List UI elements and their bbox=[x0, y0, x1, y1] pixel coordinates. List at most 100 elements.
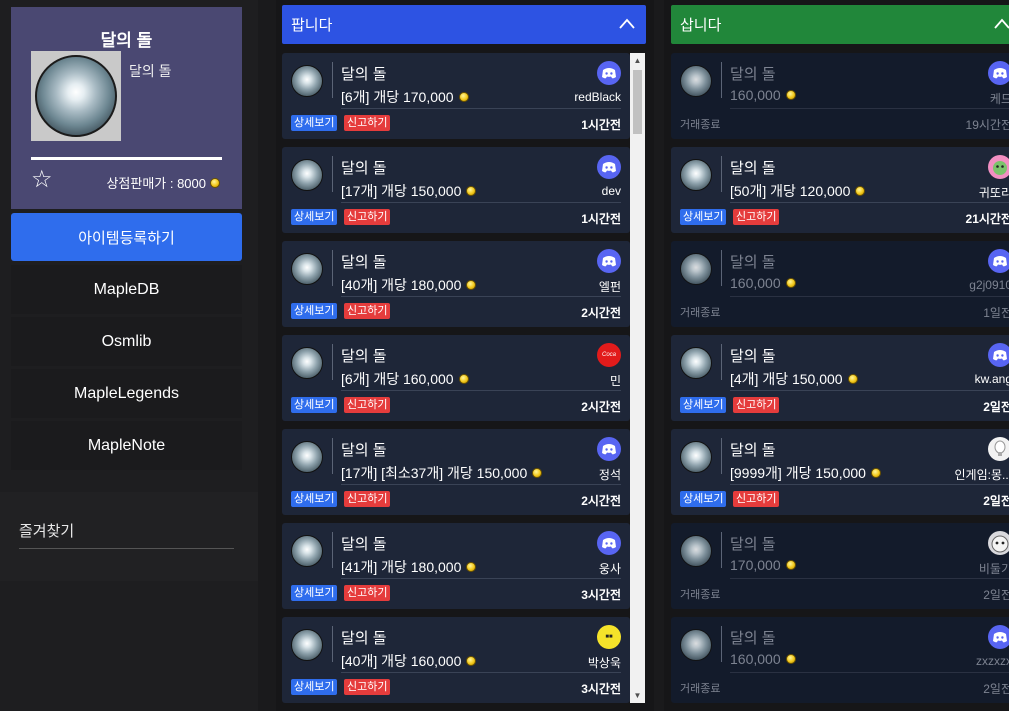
coin-icon bbox=[466, 280, 477, 290]
listing-card[interactable]: 달의 돌 160,000 케드거래종료 19시간전 bbox=[671, 53, 1009, 139]
report-button[interactable]: 신고하기 bbox=[344, 397, 391, 413]
detail-button[interactable]: 상세보기 bbox=[680, 209, 727, 225]
scroll-up-arrow-icon[interactable]: ▲ bbox=[630, 53, 645, 68]
yellow-avatar-icon: ■■ bbox=[597, 625, 621, 649]
listing-price-text: [40개] 개당 180,000 bbox=[341, 277, 462, 293]
favorite-star-icon[interactable]: ☆ bbox=[31, 168, 53, 192]
report-button[interactable]: 신고하기 bbox=[344, 491, 391, 507]
shop-price-text: 상점판매가 : 8000 bbox=[106, 176, 206, 191]
listing-card[interactable]: 달의 돌 [6개] 개당 160,000 Coca 민 상세보기 신고하기 2시간전 bbox=[282, 335, 630, 421]
listing-username[interactable]: redBlack bbox=[574, 90, 621, 104]
favorites-divider bbox=[19, 548, 234, 549]
listing-card[interactable]: 달의 돌 160,000 zxzxzx 거래종료 2일전 bbox=[671, 617, 1009, 703]
link-maplenote[interactable]: MapleNote bbox=[11, 421, 242, 470]
detail-button[interactable]: 상세보기 bbox=[291, 491, 338, 507]
listing-separator bbox=[721, 62, 722, 98]
listing-username[interactable]: 엘펀 bbox=[599, 278, 621, 295]
listing-price-text: [41개] 개당 180,000 bbox=[341, 559, 462, 575]
listing-card[interactable]: 달의 돌 [40개] 개당 160,000 ■■ 박상욱 상세보기 신고하기 3시간전 bbox=[282, 617, 630, 703]
listing-divider bbox=[730, 484, 1009, 485]
listing-time: 1시간전 bbox=[581, 118, 621, 132]
discord-icon bbox=[988, 625, 1009, 649]
detail-button[interactable]: 상세보기 bbox=[291, 397, 338, 413]
listing-separator bbox=[721, 626, 722, 662]
detail-button[interactable]: 상세보기 bbox=[291, 585, 338, 601]
listing-card[interactable]: 달의 돌 [41개] 개당 180,000 웅사 상세보기 신고하기 3시간전 bbox=[282, 523, 630, 609]
item-title: 달의 돌 bbox=[100, 31, 153, 50]
listing-item-name: 달의 돌 bbox=[730, 66, 776, 83]
listing-time: 2일전 bbox=[983, 400, 1009, 414]
report-button[interactable]: 신고하기 bbox=[344, 209, 391, 225]
listing-card[interactable]: 달의 돌 [17개] [최소37개] 개당 150,000 정석 상세보기 신고하기 2시… bbox=[282, 429, 630, 515]
listing-divider bbox=[341, 202, 621, 203]
coin-icon bbox=[458, 374, 469, 384]
listing-price-text: 160,000 bbox=[730, 87, 781, 103]
detail-button[interactable]: 상세보기 bbox=[680, 397, 727, 413]
listing-username[interactable]: 케드 bbox=[990, 90, 1009, 107]
listing-item-name: 달의 돌 bbox=[730, 160, 776, 177]
moon-stone-icon bbox=[291, 629, 323, 661]
sell-scrollbar[interactable]: ▲ ▼ bbox=[630, 53, 645, 703]
chevron-up-icon[interactable] bbox=[618, 15, 636, 33]
listing-card[interactable]: 달의 돌 [9999개] 개당 150,000 인게임:몽... 상세보기 신고하기 2일… bbox=[671, 429, 1009, 515]
listing-time: 1일전 bbox=[983, 306, 1009, 320]
listing-card[interactable]: 달의 돌 [6개] 개당 170,000 redBlack 상세보기 신고하기 1시간전 bbox=[282, 53, 630, 139]
listing-price: [6개] 개당 160,000 bbox=[341, 369, 469, 389]
discord-icon bbox=[597, 531, 621, 555]
discord-icon bbox=[988, 61, 1009, 85]
listing-username[interactable]: 비둘기 bbox=[979, 560, 1009, 577]
listing-username[interactable]: 박상욱 bbox=[588, 654, 621, 671]
listing-card[interactable]: 달의 돌 [40개] 개당 180,000 엘펀 상세보기 신고하기 2시간전 bbox=[282, 241, 630, 327]
detail-button[interactable]: 상세보기 bbox=[680, 491, 727, 507]
listing-time: 2시간전 bbox=[581, 494, 621, 508]
listing-card[interactable]: 달의 돌 170,000 비둘기 거래종료 2일전 bbox=[671, 523, 1009, 609]
listing-username[interactable]: 정석 bbox=[599, 466, 621, 483]
listing-username[interactable]: 민 bbox=[610, 372, 621, 389]
favorites-title: 즐겨찾기 bbox=[19, 523, 75, 540]
report-button[interactable]: 신고하기 bbox=[733, 209, 780, 225]
detail-button[interactable]: 상세보기 bbox=[291, 115, 338, 131]
favorites-section: 즐겨찾기 bbox=[0, 492, 258, 581]
report-button[interactable]: 신고하기 bbox=[733, 491, 780, 507]
listing-card[interactable]: 달의 돌 [50개] 개당 120,000 귀또리 상세보기 신고하기 21시간전 bbox=[671, 147, 1009, 233]
listing-card[interactable]: 달의 돌 160,000 g2j0910 거래종료 1일전 bbox=[671, 241, 1009, 327]
listing-username[interactable]: kw.ang bbox=[975, 372, 1009, 386]
detail-button[interactable]: 상세보기 bbox=[291, 303, 338, 319]
listing-username[interactable]: 귀또리 bbox=[979, 184, 1009, 201]
listing-item-name: 달의 돌 bbox=[730, 254, 776, 271]
listing-card[interactable]: 달의 돌 [4개] 개당 150,000 kw.ang 상세보기 신고하기 2일전 bbox=[671, 335, 1009, 421]
register-item-button[interactable]: 아이템등록하기 bbox=[11, 213, 242, 261]
report-button[interactable]: 신고하기 bbox=[733, 397, 780, 413]
scroll-down-arrow-icon[interactable]: ▼ bbox=[630, 688, 645, 703]
discord-icon bbox=[988, 249, 1009, 273]
link-mapledb[interactable]: MapleDB bbox=[11, 265, 242, 314]
report-button[interactable]: 신고하기 bbox=[344, 303, 391, 319]
listing-price-text: [40개] 개당 160,000 bbox=[341, 653, 462, 669]
listing-separator bbox=[332, 438, 333, 474]
listing-username[interactable]: dev bbox=[602, 184, 621, 198]
listing-username[interactable]: zxzxzx bbox=[976, 654, 1009, 668]
listing-time: 2일전 bbox=[983, 682, 1009, 696]
discord-icon bbox=[597, 249, 621, 273]
link-maplelegends[interactable]: MapleLegends bbox=[11, 369, 242, 418]
listing-username[interactable]: 웅사 bbox=[599, 560, 621, 577]
report-button[interactable]: 신고하기 bbox=[344, 585, 391, 601]
sell-header[interactable]: 팝니다 bbox=[282, 5, 646, 44]
listing-time: 2일전 bbox=[983, 494, 1009, 508]
report-button[interactable]: 신고하기 bbox=[344, 679, 391, 695]
link-osmlib[interactable]: Osmlib bbox=[11, 317, 242, 366]
item-name: 달의 돌 bbox=[129, 63, 172, 79]
scrollbar-thumb[interactable] bbox=[633, 70, 642, 134]
detail-button[interactable]: 상세보기 bbox=[291, 679, 338, 695]
listing-item-name: 달의 돌 bbox=[730, 442, 776, 459]
buy-header[interactable]: 삽니다 bbox=[671, 5, 1009, 44]
listing-price-text: [6개] 개당 160,000 bbox=[341, 371, 454, 387]
detail-button[interactable]: 상세보기 bbox=[291, 209, 338, 225]
listing-username[interactable]: 인게임:몽... bbox=[955, 466, 1009, 483]
left-sidebar: 달의 돌 달의 돌 ☆ 상점판매가 : 8000 아이템등록하기 MapleDB… bbox=[0, 0, 258, 711]
report-button[interactable]: 신고하기 bbox=[344, 115, 391, 131]
listing-card[interactable]: 달의 돌 [17개] 개당 150,000 dev 상세보기 신고하기 1시간전 bbox=[282, 147, 630, 233]
chevron-up-icon[interactable] bbox=[993, 15, 1009, 33]
listing-username[interactable]: g2j0910 bbox=[969, 278, 1009, 292]
listing-price: 170,000 bbox=[730, 557, 796, 573]
